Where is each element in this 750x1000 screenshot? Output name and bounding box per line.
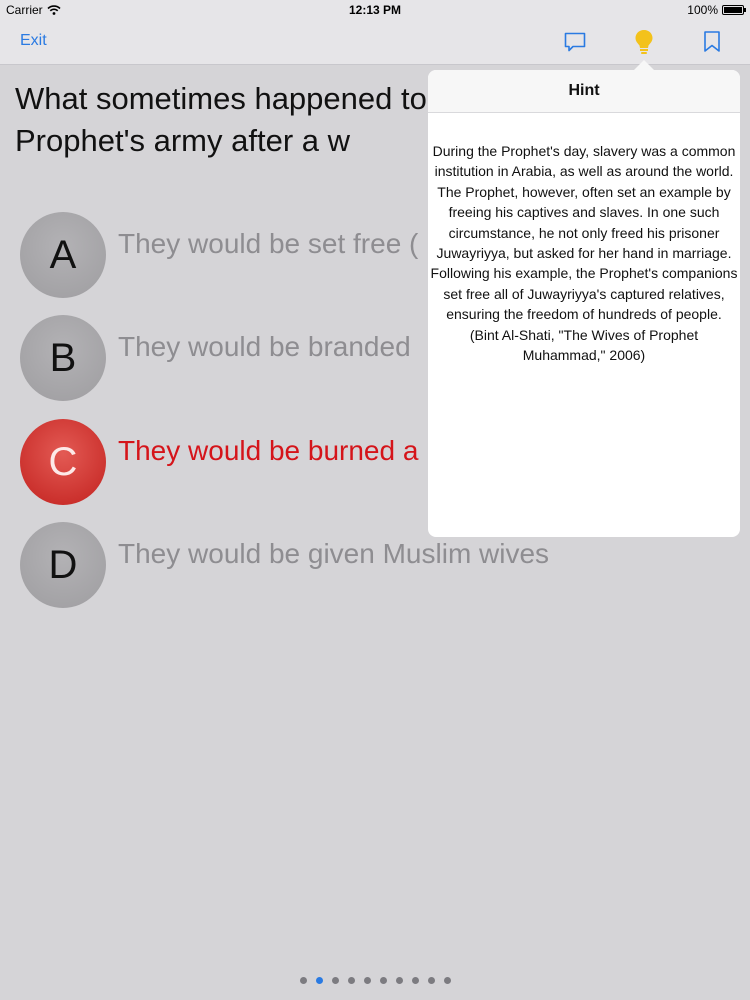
page-dot[interactable] <box>411 977 419 984</box>
page-dot[interactable] <box>443 977 451 984</box>
hint-popover: Hint During the Prophet's day, slavery w… <box>428 70 740 537</box>
comment-icon[interactable] <box>563 30 587 54</box>
page-indicator[interactable] <box>0 977 750 984</box>
hint-body-text: During the Prophet's day, slavery was a … <box>430 143 738 364</box>
page-dot[interactable] <box>299 977 307 984</box>
page-dot[interactable] <box>379 977 387 984</box>
page-dot[interactable] <box>331 977 339 984</box>
page-dot[interactable] <box>363 977 371 984</box>
battery-icon <box>722 5 746 15</box>
option-letter-badge: C <box>20 419 106 505</box>
option-letter-badge: B <box>20 315 106 401</box>
option-letter-badge: A <box>20 212 106 298</box>
option-text: They would be set free ( <box>118 228 419 259</box>
option-text: They would be burned a <box>118 435 419 466</box>
page-dot[interactable] <box>395 977 403 984</box>
bookmark-icon[interactable] <box>702 30 722 54</box>
option-letter-badge: D <box>20 522 106 608</box>
battery-indicator: 100% <box>687 3 746 17</box>
status-bar: Carrier 12:13 PM 100% <box>0 0 750 20</box>
clock: 12:13 PM <box>348 3 402 17</box>
exit-button[interactable]: Exit <box>20 32 47 50</box>
page-dot-current[interactable] <box>315 977 323 984</box>
navigation-bar: Exit <box>0 20 750 65</box>
option-text: They would be given Muslim wives <box>118 538 550 569</box>
battery-percent: 100% <box>687 3 718 17</box>
hint-title: Hint <box>428 70 740 113</box>
page-dot[interactable] <box>427 977 435 984</box>
option-text: They would be branded <box>118 331 411 362</box>
page-dot[interactable] <box>347 977 355 984</box>
lightbulb-icon[interactable] <box>632 28 656 56</box>
